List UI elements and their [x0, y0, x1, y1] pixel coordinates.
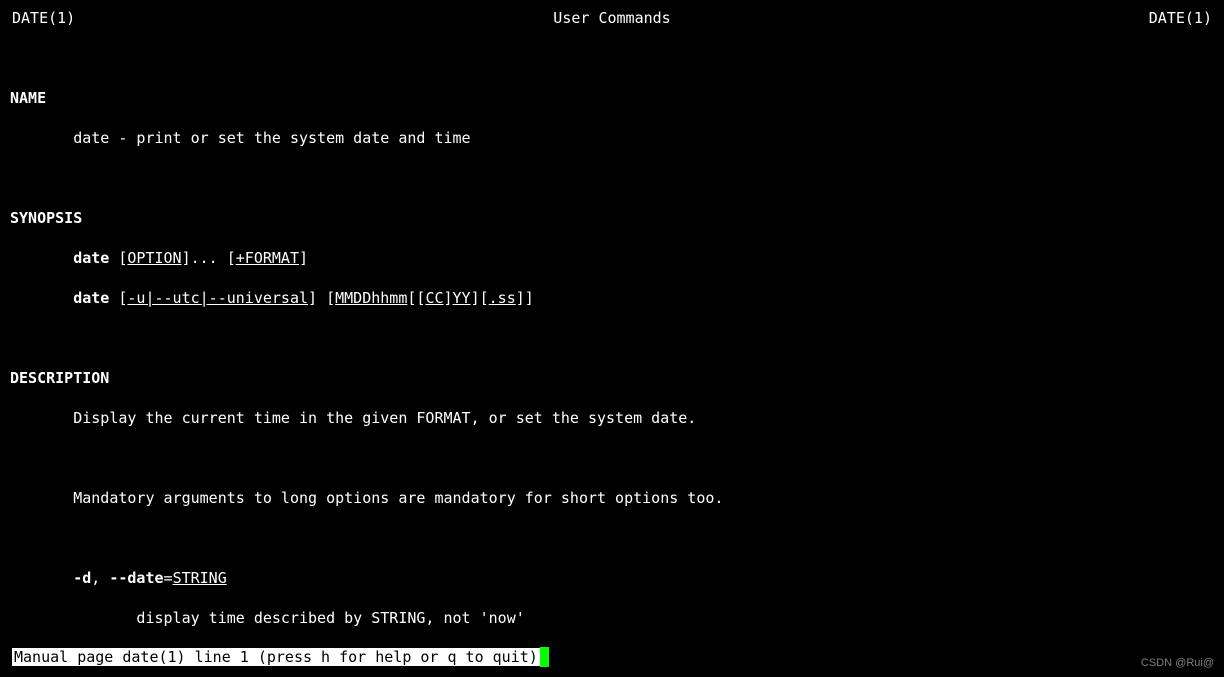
pager-status-line[interactable]: Manual page date(1) line 1 (press h for …	[12, 647, 549, 667]
cursor-block	[540, 647, 549, 667]
watermark: CSDN @Rui@	[1141, 653, 1214, 673]
man-header: DATE(1) User Commands DATE(1)	[0, 0, 1224, 28]
header-left: DATE(1)	[12, 8, 75, 28]
option-d: -d, --date=STRING	[10, 568, 1214, 588]
description-line-1: Display the current time in the given FO…	[10, 408, 1214, 428]
synopsis-line-1: date [OPTION]... [+FORMAT]	[10, 248, 1214, 268]
header-right: DATE(1)	[1149, 8, 1212, 28]
section-description-heading: DESCRIPTION	[10, 368, 1214, 388]
option-d-text: display time described by STRING, not 'n…	[10, 608, 1214, 628]
description-line-2: Mandatory arguments to long options are …	[10, 488, 1214, 508]
pager-status-text: Manual page date(1) line 1 (press h for …	[12, 648, 540, 666]
synopsis-line-2: date [-u|--utc|--universal] [MMDDhhmm[[C…	[10, 288, 1214, 308]
section-name-heading: NAME	[10, 88, 1214, 108]
man-body[interactable]: NAME date - print or set the system date…	[0, 28, 1224, 677]
section-synopsis-heading: SYNOPSIS	[10, 208, 1214, 228]
name-text: date - print or set the system date and …	[10, 128, 1214, 148]
header-center: User Commands	[553, 8, 670, 28]
